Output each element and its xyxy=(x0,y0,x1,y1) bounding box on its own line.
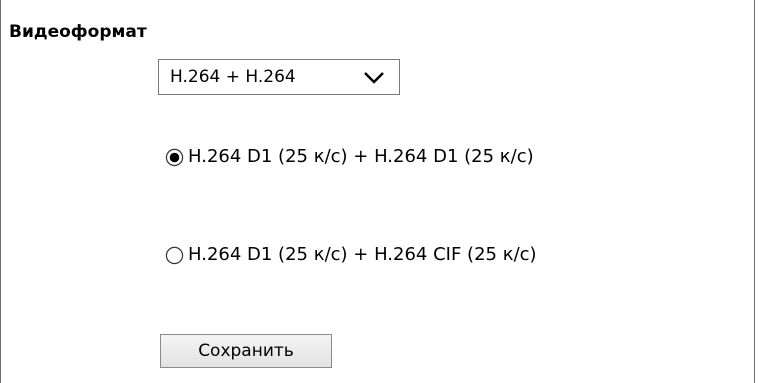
chevron-down-icon xyxy=(364,72,384,84)
radio-button-checked[interactable] xyxy=(165,148,184,167)
section-title: Видеоформат xyxy=(9,22,147,42)
settings-panel: Видеоформат H.264 + H.264 H.264 D1 (25 к… xyxy=(0,0,755,383)
radio-button-unchecked[interactable] xyxy=(165,246,184,265)
radio-option-label: H.264 D1 (25 к/с) + H.264 D1 (25 к/с) xyxy=(188,146,534,167)
radio-option-d1-d1[interactable]: H.264 D1 (25 к/с) + H.264 D1 (25 к/с) xyxy=(165,144,534,170)
radio-option-d1-cif[interactable]: H.264 D1 (25 к/с) + H.264 CIF (25 к/с) xyxy=(165,242,537,268)
video-format-select-value: H.264 + H.264 xyxy=(170,67,296,87)
radio-option-label: H.264 D1 (25 к/с) + H.264 CIF (25 к/с) xyxy=(188,244,537,265)
save-button[interactable]: Сохранить xyxy=(160,334,332,368)
video-format-select[interactable]: H.264 + H.264 xyxy=(158,59,400,95)
